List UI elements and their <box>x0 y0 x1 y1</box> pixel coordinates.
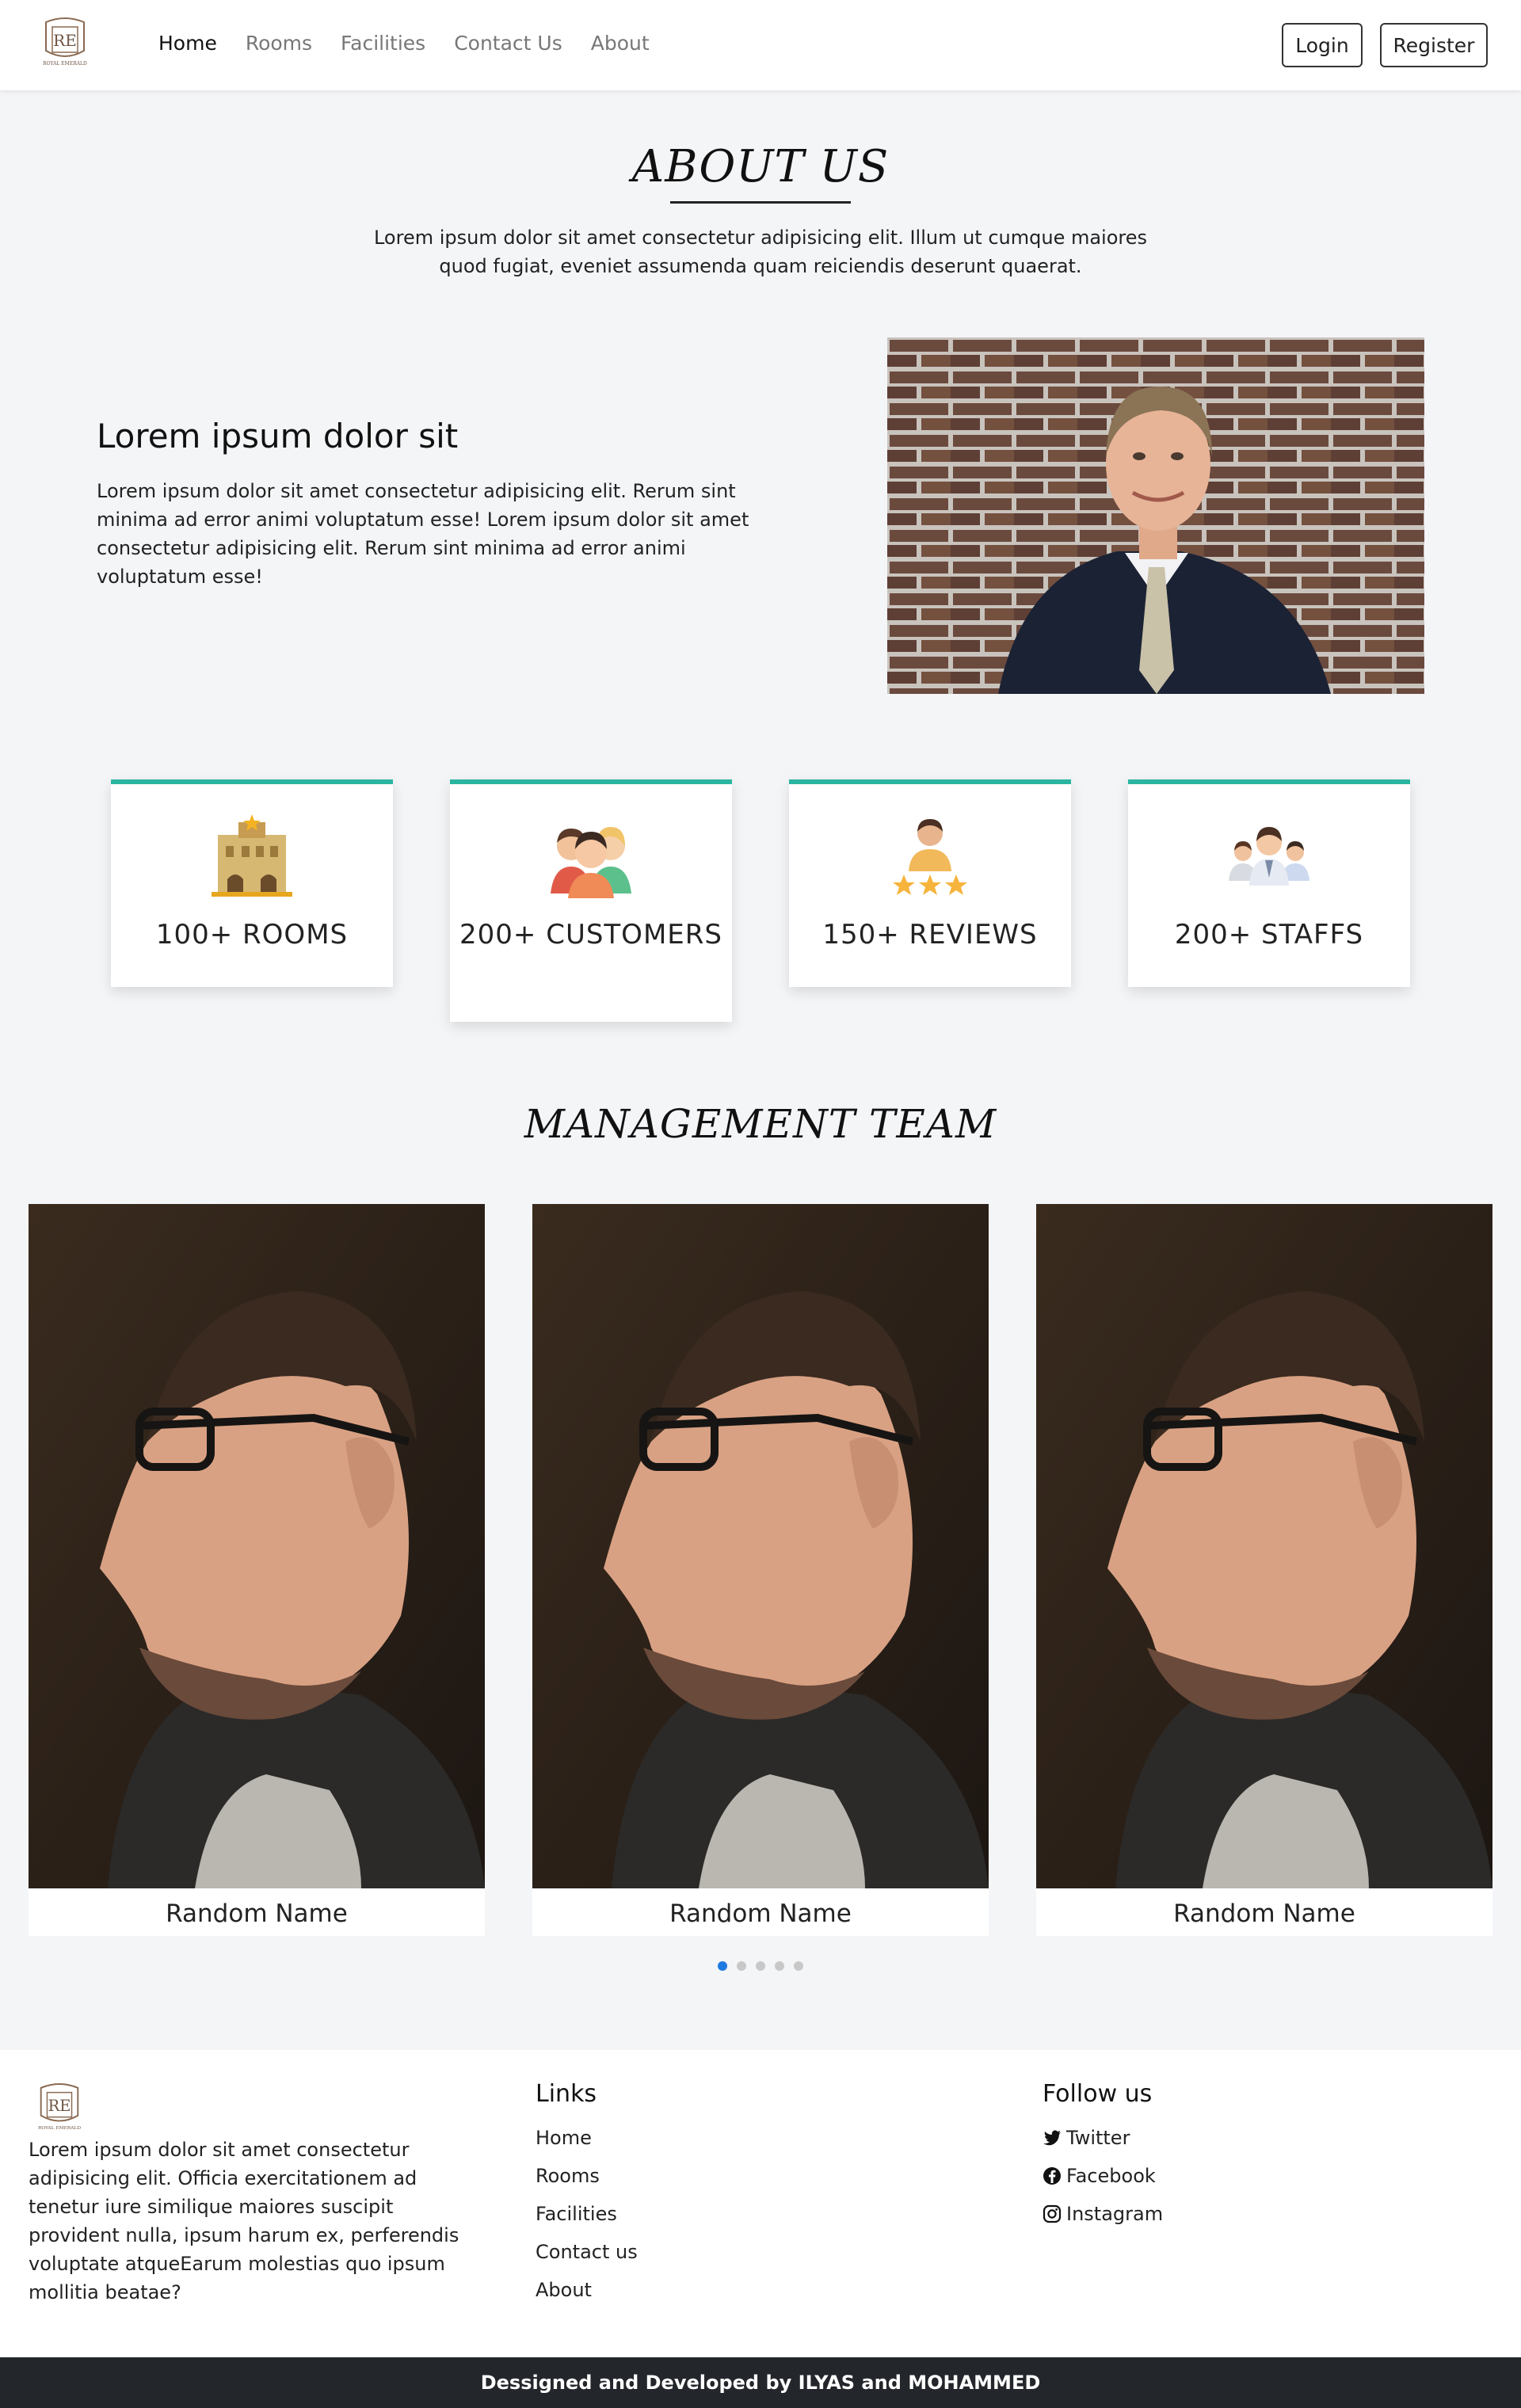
navbar: RE ROYAL EMERALD Home Rooms Facilities C… <box>0 0 1521 90</box>
stat-card-rooms: 100+ ROOMS <box>111 779 393 987</box>
footer-credit: Dessigned and Developed by ILYAS and MOH… <box>0 2357 1521 2408</box>
team-member-card: Random Name <box>29 1204 485 1936</box>
footer-links-list: Home Rooms Facilities Contact us About <box>536 2124 638 2303</box>
team-member-photo <box>29 1204 485 1888</box>
carousel-dot[interactable] <box>794 1961 803 1971</box>
twitter-icon <box>1043 2130 1061 2146</box>
nav-link-rooms[interactable]: Rooms <box>246 32 312 55</box>
team-member-card: Random Name <box>1036 1204 1492 1936</box>
svg-text:ROYAL EMERALD: ROYAL EMERALD <box>43 61 87 67</box>
footer-links-title: Links <box>536 2080 597 2108</box>
reviews-stars-icon <box>893 819 967 895</box>
customers-group-icon <box>551 827 631 898</box>
footer: RE ROYAL EMERALD Lorem ipsum dolor sit a… <box>0 2050 1521 2357</box>
team-member-name: Random Name <box>669 1899 852 1928</box>
footer-follow-title: Follow us <box>1043 2080 1153 2108</box>
social-label: Facebook <box>1066 2165 1156 2187</box>
social-label: Twitter <box>1066 2127 1130 2149</box>
stat-label: 200+ CUSTOMERS <box>459 919 722 951</box>
hotel-building-icon <box>212 814 292 897</box>
stat-label: 100+ ROOMS <box>155 919 349 951</box>
carousel-dot[interactable] <box>775 1961 784 1971</box>
nav-link-home[interactable]: Home <box>158 32 217 55</box>
svg-text:RE: RE <box>53 31 77 50</box>
instagram-icon <box>1043 2204 1062 2223</box>
team-member-name: Random Name <box>1173 1899 1355 1928</box>
footer-link-facilities[interactable]: Facilities <box>536 2200 638 2227</box>
about-subtitle: Lorem ipsum dolor sit amet consectetur a… <box>373 227 1148 277</box>
carousel-dot[interactable] <box>718 1961 727 1971</box>
team-member-photo <box>532 1204 989 1888</box>
carousel-pagination <box>718 1961 803 1971</box>
nav-link-facilities[interactable]: Facilities <box>341 32 425 55</box>
nav-links: Home Rooms Facilities Contact Us About <box>158 32 650 55</box>
carousel-dot[interactable] <box>737 1961 746 1971</box>
footer-link-rooms[interactable]: Rooms <box>536 2162 638 2189</box>
team-member-name: Random Name <box>166 1899 348 1928</box>
stat-label: 200+ STAFFS <box>1174 919 1364 951</box>
team-title: MANAGEMENT TEAM <box>524 1101 997 1147</box>
carousel-dot[interactable] <box>756 1961 765 1971</box>
nav-link-contact[interactable]: Contact Us <box>454 32 562 55</box>
footer-social-list: Twitter Facebook Instagram <box>1043 2124 1163 2227</box>
social-label: Instagram <box>1066 2203 1164 2225</box>
svg-text:ROYAL EMERALD: ROYAL EMERALD <box>38 2126 81 2131</box>
intro-heading: Lorem ipsum dolor sit <box>97 417 459 455</box>
stat-card-reviews: 150+ REVIEWS <box>789 779 1071 987</box>
svg-text:RE: RE <box>48 2097 71 2115</box>
social-link-instagram[interactable]: Instagram <box>1043 2200 1163 2227</box>
footer-link-contact[interactable]: Contact us <box>536 2238 638 2265</box>
staff-team-icon <box>1229 827 1309 886</box>
footer-link-home[interactable]: Home <box>536 2124 638 2151</box>
nav-link-about[interactable]: About <box>591 32 650 55</box>
login-button[interactable]: Login <box>1282 23 1363 67</box>
stat-card-customers: 200+ CUSTOMERS <box>450 779 732 1022</box>
hotel-logo[interactable]: RE ROYAL EMERALD <box>38 16 92 73</box>
footer-link-about[interactable]: About <box>536 2277 638 2303</box>
facebook-icon <box>1043 2167 1061 2185</box>
footer-logo: RE ROYAL EMERALD <box>38 2083 81 2131</box>
title-underline <box>670 201 851 204</box>
team-member-photo <box>1036 1204 1492 1888</box>
intro-text: Lorem ipsum dolor sit amet consectetur a… <box>97 480 749 588</box>
footer-description: Lorem ipsum dolor sit amet consectetur a… <box>29 2139 459 2303</box>
about-title: ABOUT US <box>631 141 890 192</box>
social-link-facebook[interactable]: Facebook <box>1043 2162 1163 2189</box>
stat-label: 150+ REVIEWS <box>822 919 1038 951</box>
stat-card-staffs: 200+ STAFFS <box>1128 779 1410 987</box>
owner-photo <box>887 337 1424 694</box>
team-member-card: Random Name <box>532 1204 989 1936</box>
social-link-twitter[interactable]: Twitter <box>1043 2124 1163 2151</box>
register-button[interactable]: Register <box>1380 23 1488 67</box>
